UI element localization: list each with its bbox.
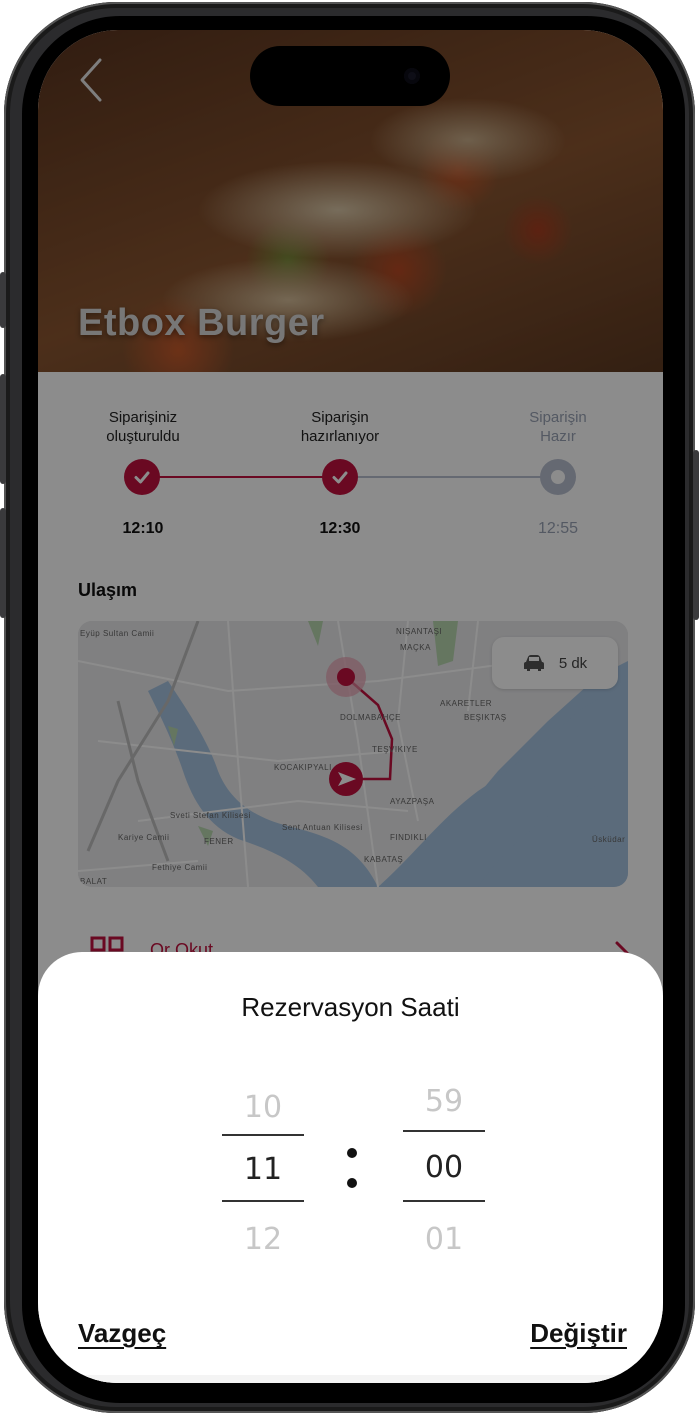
hour-selected[interactable]: 11 xyxy=(222,1152,304,1187)
sheet-title: Rezervasyon Saati xyxy=(241,992,460,1022)
side-button xyxy=(0,272,6,328)
minute-selected[interactable]: 00 xyxy=(403,1150,485,1185)
home-indicator-area xyxy=(38,1375,663,1383)
hour-next[interactable]: 12 xyxy=(222,1222,304,1257)
time-picker-sheet: Rezervasyon Saati 10 11 12 59 00 01 Vazg… xyxy=(38,952,663,1383)
power-button xyxy=(693,450,699,620)
minute-bottom-divider xyxy=(403,1200,485,1202)
minute-picker[interactable]: 59 00 01 xyxy=(403,1078,485,1288)
cancel-button[interactable]: Vazgeç xyxy=(78,1318,166,1349)
time-separator xyxy=(347,1148,359,1194)
screen: Etbox Burger Siparişiniz oluşturuldu Sip… xyxy=(38,30,663,1383)
hour-prev[interactable]: 10 xyxy=(222,1090,304,1125)
minute-prev[interactable]: 59 xyxy=(403,1084,485,1119)
hour-picker[interactable]: 10 11 12 xyxy=(222,1082,304,1292)
volume-down-button xyxy=(0,508,6,618)
hour-top-divider xyxy=(222,1134,304,1136)
minute-next[interactable]: 01 xyxy=(403,1222,485,1257)
change-button[interactable]: Değiştir xyxy=(530,1318,627,1349)
hour-bottom-divider xyxy=(222,1200,304,1202)
volume-up-button xyxy=(0,374,6,484)
minute-top-divider xyxy=(403,1130,485,1132)
